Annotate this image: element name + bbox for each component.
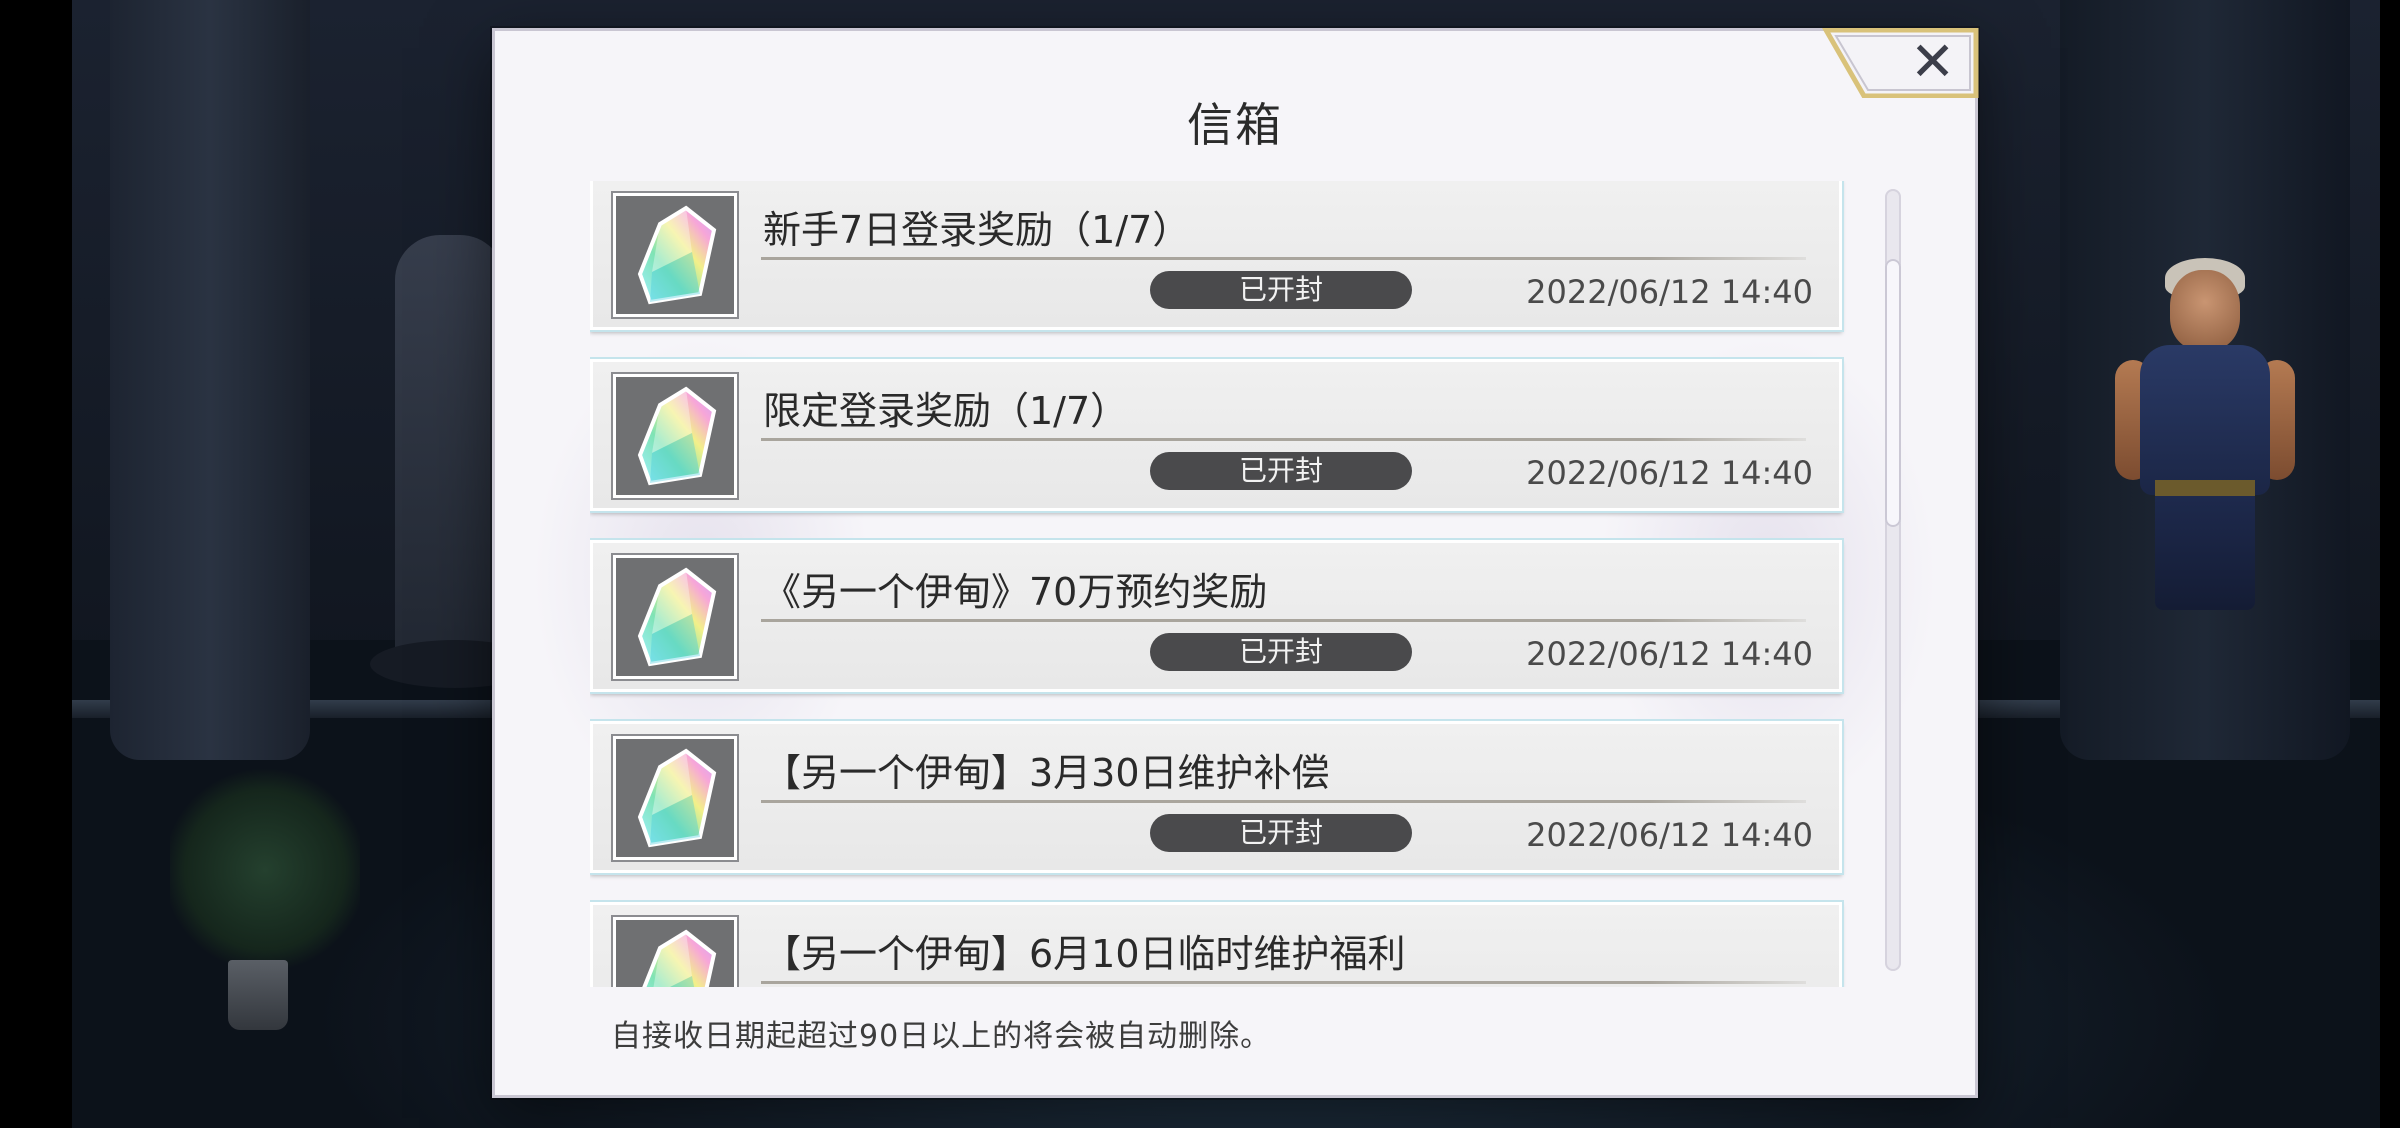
mail-attachment-slot <box>613 193 737 317</box>
close-icon: ✕ <box>1910 30 1956 93</box>
mail-item[interactable]: 限定登录奖励（1/7） 已开封 2022/06/12 14:40 <box>590 359 1842 511</box>
mail-item[interactable]: 【另一个伊甸】3月30日维护补偿 已开封 2022/06/12 14:40 <box>590 721 1842 873</box>
mail-attachment-slot <box>613 736 737 860</box>
scrollbar-track[interactable] <box>1885 189 1901 971</box>
mail-date: 2022/06/12 14:40 <box>1526 635 1813 673</box>
mail-date: 2022/06/12 14:40 <box>1526 816 1813 854</box>
mail-subject: 【另一个伊甸】6月10日临时维护福利 <box>763 932 1406 976</box>
auto-delete-note: 自接收日期起超过90日以上的将会被自动删除。 <box>611 1019 1272 1054</box>
close-button[interactable]: ✕ <box>1820 28 1980 98</box>
dialog-title: 信箱 <box>1187 98 1283 152</box>
mail-item[interactable]: 新手7日登录奖励（1/7） 已开封 2022/06/12 14:40 <box>590 181 1842 330</box>
mail-date: 2022/06/12 14:40 <box>1526 273 1813 311</box>
mailbox-dialog: 信箱 新手7日登录奖励（1/7） 已开封 2022/06/12 14:40 限定… <box>492 28 1978 1098</box>
mail-subject: 【另一个伊甸】3月30日维护补偿 <box>763 751 1330 795</box>
left-pillar <box>110 0 310 760</box>
mail-date: 2022/06/12 14:40 <box>1526 454 1813 492</box>
mail-attachment-slot <box>613 555 737 679</box>
mail-item[interactable]: 《另一个伊甸》70万预约奖励 已开封 2022/06/12 14:40 <box>590 540 1842 692</box>
mail-subject: 《另一个伊甸》70万预约奖励 <box>763 570 1268 614</box>
subject-divider <box>761 257 1806 260</box>
opened-status-badge: 已开封 <box>1150 814 1412 852</box>
subject-divider <box>761 619 1806 622</box>
crystal-icon <box>637 748 717 848</box>
mail-item[interactable]: 【另一个伊甸】6月10日临时维护福利 <box>590 902 1842 987</box>
potted-plant <box>170 760 360 980</box>
subject-divider <box>761 981 1806 984</box>
opened-status-badge: 已开封 <box>1150 633 1412 671</box>
crystal-icon <box>637 386 717 486</box>
right-letterbox <box>2380 0 2400 1128</box>
opened-status-badge: 已开封 <box>1150 271 1412 309</box>
mail-subject: 新手7日登录奖励（1/7） <box>763 208 1191 252</box>
left-letterbox <box>0 0 72 1128</box>
npc-character <box>2115 258 2295 630</box>
mail-attachment-slot <box>613 917 737 987</box>
mail-subject: 限定登录奖励（1/7） <box>763 389 1129 433</box>
subject-divider <box>761 800 1806 803</box>
scrollbar-thumb[interactable] <box>1885 259 1901 527</box>
armor-statue <box>395 235 505 655</box>
opened-status-badge: 已开封 <box>1150 452 1412 490</box>
crystal-icon <box>637 567 717 667</box>
crystal-icon <box>642 929 717 987</box>
close-button-frame <box>1821 28 1979 98</box>
crystal-icon <box>637 205 717 305</box>
mail-attachment-slot <box>613 374 737 498</box>
plant-pot <box>228 960 288 1030</box>
subject-divider <box>761 438 1806 441</box>
mail-list[interactable]: 新手7日登录奖励（1/7） 已开封 2022/06/12 14:40 限定登录奖… <box>590 181 1860 987</box>
